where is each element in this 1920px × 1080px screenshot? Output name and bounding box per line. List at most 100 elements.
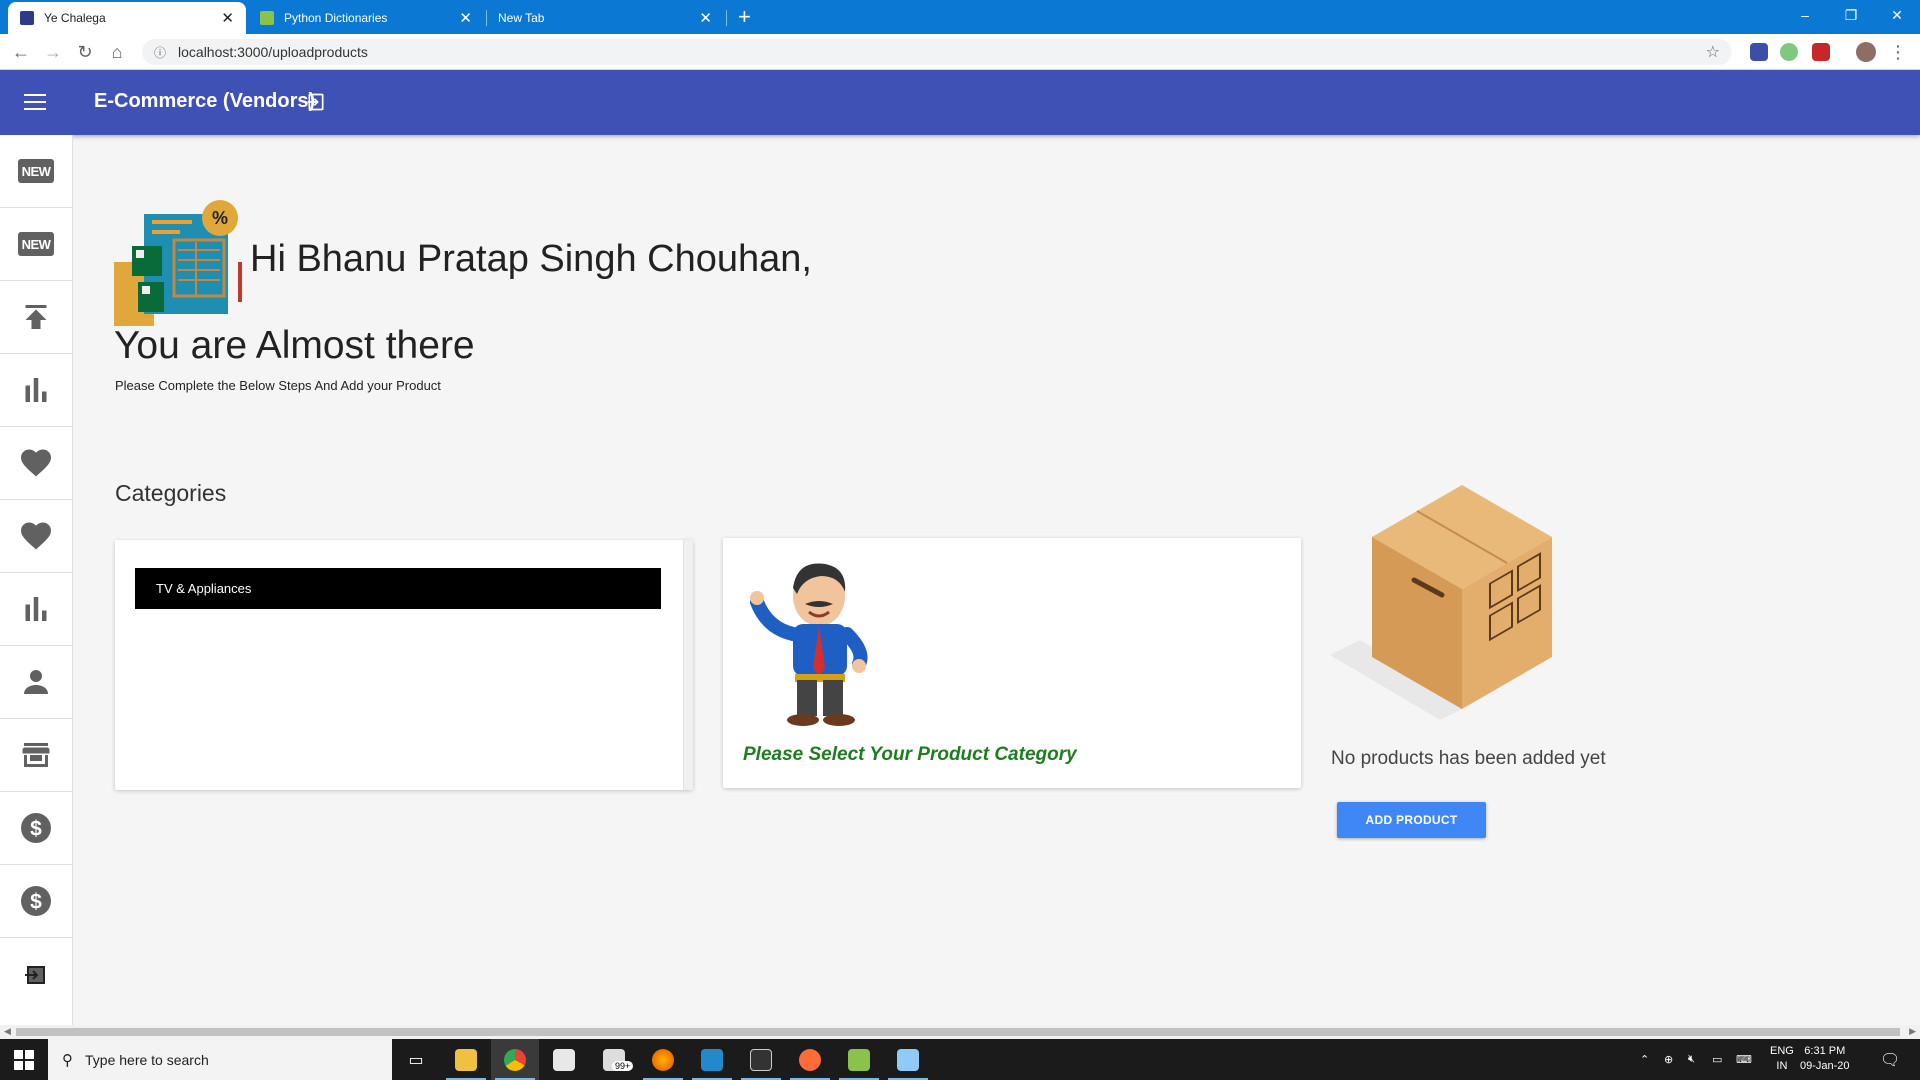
notifications-icon[interactable]: 🗨︎ — [1880, 1039, 1900, 1080]
language-indicator[interactable]: ENG IN — [1770, 1044, 1794, 1074]
svg-text:$: $ — [30, 891, 42, 914]
chrome-icon[interactable] — [491, 1039, 539, 1080]
close-tab-icon[interactable]: ✕ — [459, 9, 472, 27]
empty-products-message: No products has been added yet — [1331, 748, 1606, 769]
card-scrollbar[interactable] — [683, 540, 693, 790]
svg-text:%: % — [212, 208, 228, 228]
file-explorer-icon[interactable] — [442, 1039, 490, 1080]
url-text[interactable]: localhost:3000/uploadproducts — [178, 44, 368, 60]
profile-avatar[interactable] — [1856, 42, 1876, 62]
clock-time: 6:31 PM — [1804, 1045, 1846, 1057]
scroll-left-icon[interactable]: ◀ — [4, 1026, 11, 1037]
taskbar-search-input[interactable]: ⚲ Type here to search — [48, 1039, 392, 1080]
scrollbar-thumb[interactable] — [16, 1028, 1900, 1036]
tab-new-tab[interactable]: New Tab ✕ — [488, 2, 724, 34]
maximize-button[interactable]: ❐ — [1828, 0, 1874, 30]
minimize-button[interactable]: – — [1782, 0, 1828, 30]
select-category-message: Please Select Your Product Category — [743, 744, 1077, 765]
categories-heading: Categories — [115, 480, 227, 506]
keyboard-icon[interactable]: ⌨ — [1736, 1039, 1752, 1080]
bookmark-star-icon[interactable]: ☆ — [1706, 42, 1720, 62]
tab-python-dictionaries[interactable]: Python Dictionaries ✕ — [248, 2, 484, 34]
terminal-icon[interactable] — [737, 1039, 785, 1080]
sidebar-item-stats[interactable] — [0, 354, 72, 427]
hamburger-menu-icon[interactable] — [24, 94, 46, 110]
postman-icon[interactable] — [786, 1039, 834, 1080]
firefox-icon[interactable] — [639, 1039, 687, 1080]
empty-box-illustration — [1330, 485, 1552, 720]
sidebar-item-wishlist[interactable] — [0, 500, 72, 573]
chrome-menu-icon[interactable]: ⋮ — [1886, 40, 1910, 64]
reload-icon[interactable]: ↻ — [73, 40, 97, 64]
subheading: You are Almost there — [114, 324, 475, 367]
tab-ye-chalega[interactable]: Ye Chalega ✕ — [8, 2, 246, 34]
catalog-illustration: % — [114, 200, 242, 326]
heart-icon — [21, 522, 51, 550]
mail-icon[interactable]: 99+ — [590, 1039, 638, 1080]
network-icon[interactable]: ⊕ — [1664, 1039, 1673, 1080]
battery-icon[interactable]: ▭ — [1712, 1039, 1722, 1080]
categories-card: TV & Appliances — [115, 540, 693, 790]
store-icon[interactable] — [540, 1039, 588, 1080]
sidebar-item-logout[interactable] — [0, 938, 72, 1011]
bar-chart-icon — [25, 597, 47, 621]
horizontal-scrollbar[interactable]: ◀ ▶ — [0, 1025, 1920, 1039]
notepad-icon[interactable] — [835, 1039, 883, 1080]
extension-icon[interactable] — [1780, 43, 1798, 61]
logout-icon — [25, 965, 45, 984]
scroll-right-icon[interactable]: ▶ — [1909, 1026, 1916, 1037]
extension-icon[interactable] — [1812, 43, 1830, 61]
close-window-button[interactable]: ✕ — [1874, 0, 1920, 30]
new-badge-icon: NEW — [18, 232, 54, 256]
category-prompt-card: Please Select Your Product Category — [723, 538, 1301, 788]
sidebar-item-upload[interactable] — [0, 281, 72, 354]
forward-icon[interactable]: → — [41, 40, 65, 64]
tray-chevron-icon[interactable]: ⌃ — [1640, 1039, 1649, 1080]
browser-toolbar: ← → ↻ ⌂ ⓘ localhost:3000/uploadproducts … — [0, 34, 1920, 70]
system-clock[interactable]: 6:31 PM 09-Jan-20 — [1800, 1044, 1850, 1074]
address-bar[interactable]: ⓘ localhost:3000/uploadproducts ☆ — [142, 39, 1732, 65]
extension-icon[interactable] — [1750, 43, 1768, 61]
sidebar-item-earnings[interactable]: $ — [0, 865, 72, 938]
upload-icon — [25, 305, 47, 329]
dollar-icon: $ — [21, 813, 51, 843]
greeting-heading: Hi Bhanu Pratap Singh Chouhan, — [250, 238, 812, 280]
sidebar-item-new-1[interactable]: NEW — [0, 135, 72, 208]
close-tab-icon[interactable]: ✕ — [221, 9, 234, 27]
task-view-icon[interactable]: ▭ — [392, 1039, 440, 1080]
home-icon[interactable]: ⌂ — [105, 40, 129, 64]
category-item-tv-appliances[interactable]: TV & Appliances — [135, 568, 661, 609]
sidebar-item-analytics[interactable] — [0, 573, 72, 646]
new-badge-icon: NEW — [18, 159, 54, 183]
new-tab-button[interactable]: + — [738, 4, 751, 30]
sidebar-item-payments[interactable]: $ — [0, 792, 72, 865]
tab-label: Python Dictionaries — [284, 11, 388, 25]
search-icon: ⚲ — [62, 1051, 73, 1069]
sidebar-item-new-2[interactable]: NEW — [0, 208, 72, 281]
vscode-icon[interactable] — [688, 1039, 736, 1080]
sidebar-item-store[interactable] — [0, 719, 72, 792]
volume-muted-icon[interactable]: 🔇︎ — [1688, 1039, 1695, 1080]
windows-start-icon[interactable] — [14, 1050, 34, 1070]
store-icon — [22, 743, 50, 767]
sidebar: NEW NEW $ $ — [0, 135, 73, 1025]
svg-text:$: $ — [30, 818, 42, 841]
heart-icon — [21, 449, 51, 477]
sidebar-item-favorites[interactable] — [0, 427, 72, 500]
clock-date: 09-Jan-20 — [1800, 1060, 1850, 1072]
app-icon[interactable] — [884, 1039, 932, 1080]
sidebar-item-profile[interactable] — [0, 646, 72, 719]
tab-label: Ye Chalega — [44, 11, 106, 25]
search-placeholder: Type here to search — [85, 1051, 209, 1068]
logout-icon[interactable] — [306, 92, 326, 117]
mail-badge: 99+ — [612, 1061, 634, 1071]
tab-separator — [486, 10, 487, 26]
back-icon[interactable]: ← — [9, 40, 33, 64]
info-icon[interactable]: ⓘ — [154, 44, 166, 61]
w3schools-favicon-icon — [260, 11, 274, 25]
lang-line1: ENG — [1770, 1045, 1794, 1057]
lang-line2: IN — [1776, 1060, 1788, 1072]
app-bar: E-Commerce (Vendors) — [0, 70, 1920, 135]
close-tab-icon[interactable]: ✕ — [699, 9, 712, 27]
add-product-button[interactable]: ADD PRODUCT — [1337, 802, 1486, 838]
